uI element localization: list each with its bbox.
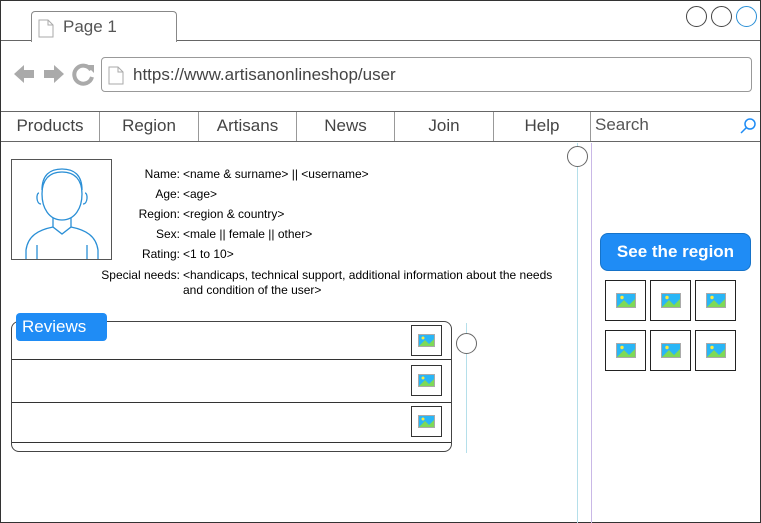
sidebar-divider [591,143,592,523]
age-value: <age> [183,187,218,201]
rating-label: Rating: [141,247,180,261]
image-icon [705,343,726,358]
reviews-tab[interactable]: Reviews [16,313,107,341]
close-button[interactable] [736,6,757,27]
url-input[interactable]: https://www.artisanonlineshop/user [101,57,752,92]
review-image-thumbnail[interactable] [411,406,442,437]
region-gallery-image[interactable] [695,280,736,321]
back-arrow-icon[interactable] [12,62,36,86]
age-label: Age: [155,187,180,201]
sex-label: Sex: [155,227,180,241]
image-icon [660,293,681,308]
maximize-button[interactable] [711,6,732,27]
page-icon [108,66,124,85]
image-icon [418,334,435,347]
search-input[interactable]: Search [591,112,760,141]
name-value: <name & surname> || <username> [183,167,369,181]
review-image-thumbnail[interactable] [411,325,442,356]
region-gallery-image[interactable] [605,280,646,321]
menu-item-artisans[interactable]: Artisans [199,112,297,141]
search-icon[interactable] [739,117,757,135]
menu-item-region[interactable]: Region [100,112,199,141]
region-gallery-image[interactable] [695,330,736,371]
main-menu: Products Region Artisans News Join Help … [1,112,760,142]
region-gallery-image[interactable] [650,330,691,371]
image-icon [615,293,636,308]
rating-value: <1 to 10> [183,247,234,261]
special-needs-value: <handicaps, technical support, additiona… [183,268,553,297]
search-placeholder: Search [595,115,649,134]
address-bar: https://www.artisanonlineshop/user [1,42,760,112]
menu-item-help[interactable]: Help [494,112,591,141]
image-icon [705,293,726,308]
menu-item-join[interactable]: Join [395,112,494,141]
menu-item-products[interactable]: Products [1,112,100,141]
content-scroll-thumb[interactable] [567,146,588,167]
reviews-scroll-thumb[interactable] [456,333,477,354]
region-gallery-image[interactable] [650,280,691,321]
review-image-thumbnail[interactable] [411,365,442,396]
image-icon [418,415,435,428]
review-item[interactable] [12,403,451,443]
image-icon [418,374,435,387]
region-label: Region: [138,207,180,221]
sex-value: <male || female || other> [183,227,313,241]
tab-title: Page 1 [63,17,117,36]
tab-bar: Page 1 [1,1,760,42]
menu-item-news[interactable]: News [297,112,395,141]
browser-window: Page 1 https://www.artisanonlineshop/use… [0,0,761,523]
region-value: <region & country> [183,207,285,221]
image-icon [660,343,681,358]
region-gallery-image[interactable] [605,330,646,371]
page-icon [38,19,54,38]
content-scroll-track[interactable] [577,143,578,523]
reload-icon[interactable] [72,62,96,86]
forward-arrow-icon[interactable] [42,62,66,86]
review-item[interactable] [12,360,451,403]
special-needs-label: Special needs: [101,268,180,282]
see-region-button[interactable]: See the region [600,233,751,271]
image-icon [615,343,636,358]
name-label: Name: [144,167,180,181]
browser-tab[interactable]: Page 1 [31,11,177,42]
url-text: https://www.artisanonlineshop/user [133,65,396,84]
minimize-button[interactable] [686,6,707,27]
